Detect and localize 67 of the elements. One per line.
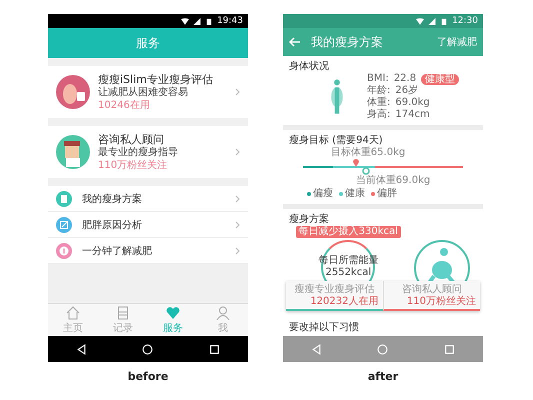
stat-value: 22.8 — [394, 73, 416, 84]
stat-label: 身高: — [367, 109, 390, 121]
legend-label: 偏胖 — [377, 187, 397, 200]
stat-label: 体重: — [367, 97, 390, 108]
menu-label: 肥胖原因分析 — [82, 218, 143, 232]
current-weight-label: 当前体重69.0kg — [356, 175, 430, 187]
battery-icon — [440, 18, 448, 24]
stat-value: 26岁 — [395, 85, 418, 97]
menu-item[interactable]: 肥胖原因分析 — [48, 212, 248, 238]
home-icon[interactable] — [142, 344, 154, 354]
service-count: 110万粉丝关注 — [98, 158, 168, 172]
stat-label: 年龄: — [367, 85, 390, 96]
legend-label: 健康 — [345, 187, 365, 200]
section-title: 身体状况 — [289, 60, 330, 73]
chevron-icon — [235, 148, 240, 156]
chevron-icon — [235, 220, 240, 228]
menu-label: 我的瘦身方案 — [82, 192, 143, 206]
service-subtitle: 让减肥从困难变容易 — [98, 86, 189, 98]
battery-icon — [205, 18, 214, 24]
target-weight-label: 目标体重65.0kg — [330, 147, 406, 159]
back-arrow-icon[interactable] — [289, 37, 301, 47]
stat-label: BMI: — [367, 73, 389, 84]
menu-label: 一分钟了解减肥 — [82, 244, 153, 258]
service-card[interactable]: 瘦瘦iSlim专业瘦身评估 让减肥从困难变容易 10246在用 — [48, 66, 248, 118]
wifi-icon — [416, 18, 424, 24]
advisor-illustration — [56, 135, 90, 169]
service-title: 咨询私人顾问 — [98, 132, 165, 146]
menu-item[interactable]: 我的瘦身方案 — [48, 186, 248, 212]
document-icon — [116, 306, 130, 320]
intake-badge: 每日减少摄入330kcal — [296, 226, 401, 238]
service-count: 10246在用 — [98, 98, 151, 112]
tab[interactable]: 主页 — [48, 304, 98, 336]
signal-icon — [193, 18, 202, 24]
tab[interactable]: 记录 — [98, 304, 148, 336]
home-icon — [66, 306, 80, 320]
chevron-icon — [235, 88, 240, 96]
section-title: 瘦身目标 (需要94天) — [289, 134, 384, 146]
menu-item[interactable]: 一分钟了解减肥 — [48, 238, 248, 264]
caption: before — [128, 370, 168, 383]
legend-label: 偏瘦 — [313, 187, 333, 200]
header-link[interactable]: 了解减肥 — [437, 35, 477, 49]
service-subtitle: 最专业的瘦身指导 — [98, 146, 179, 158]
signal-icon — [428, 18, 436, 24]
caption: after — [368, 370, 398, 383]
action-button[interactable]: 咨询私人顾问 110万粉丝关注 — [382, 281, 480, 311]
wifi-icon — [181, 18, 190, 24]
tab[interactable]: 我 — [198, 304, 248, 336]
recents-icon[interactable] — [209, 344, 220, 354]
stat-value: 69.0kg — [395, 97, 430, 109]
header-title: 服务 — [136, 34, 160, 52]
action-button[interactable]: 瘦瘦专业瘦身评估 120232人在用 — [286, 281, 382, 311]
person-icon — [216, 306, 230, 320]
back-icon[interactable] — [76, 344, 87, 354]
heart-icon — [166, 306, 180, 320]
status-time: 19:43 — [217, 16, 243, 26]
body-illustration — [56, 75, 90, 109]
service-title: 瘦瘦iSlim专业瘦身评估 — [98, 72, 214, 86]
stat-value: 174cm — [395, 109, 430, 121]
bmi-tag: 健康型 — [421, 74, 460, 84]
chevron-icon — [235, 246, 240, 254]
section-title: 瘦身方案 — [289, 213, 330, 226]
header-title: 我的瘦身方案 — [311, 34, 384, 50]
status-time: 12:30 — [452, 16, 478, 26]
service-card[interactable]: 咨询私人顾问 最专业的瘦身指导 110万粉丝关注 — [48, 126, 248, 178]
tab[interactable]: 服务 — [148, 304, 198, 336]
chevron-icon — [235, 194, 240, 202]
habits-heading: 要改掉以下习惯 — [289, 320, 359, 334]
